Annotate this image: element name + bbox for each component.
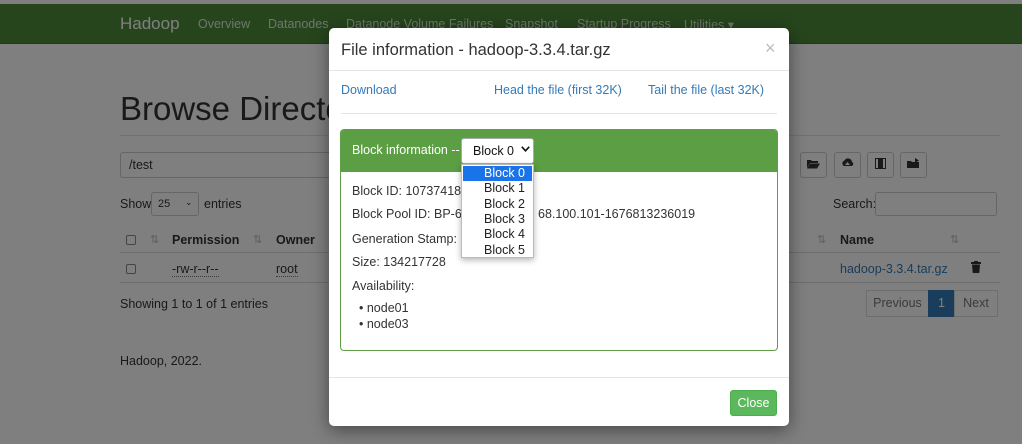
modal-header-divider	[329, 70, 789, 71]
block-information-label: Block information --	[352, 143, 460, 157]
node-name: node03	[366, 317, 409, 331]
block-option[interactable]: Block 1	[463, 181, 532, 196]
block-dropdown-list: Block 0 Block 1 Block 2 Block 3 Block 4 …	[461, 164, 534, 258]
block-pool-id-left: Block Pool ID: BP-615	[352, 207, 476, 221]
block-id: Block ID: 1073741825	[352, 184, 476, 198]
close-icon[interactable]: ×	[765, 39, 776, 57]
block-size: Size: 134217728	[352, 255, 446, 269]
block-option[interactable]: Block 2	[463, 197, 532, 212]
chevron-down-icon	[521, 144, 530, 155]
availability-label: Availability:	[352, 279, 415, 293]
tail-file-link[interactable]: Tail the file (last 32K)	[648, 83, 764, 97]
availability-node-item: • node01	[359, 301, 409, 315]
download-link[interactable]: Download	[341, 83, 397, 97]
close-button[interactable]: Close	[730, 390, 777, 416]
block-information-panel: Block information -- Block 0 Block ID: 1…	[340, 129, 778, 351]
block-option[interactable]: Block 0	[463, 166, 532, 182]
links-divider	[341, 113, 777, 114]
panel-heading: Block information -- Block 0	[341, 130, 777, 172]
block-select[interactable]: Block 0	[461, 138, 534, 164]
block-option[interactable]: Block 3	[463, 212, 532, 227]
block-pool-id-right: 68.100.101-1676813236019	[538, 207, 696, 221]
availability-node-item: • node03	[359, 317, 409, 331]
block-option[interactable]: Block 4	[463, 227, 532, 242]
block-option[interactable]: Block 5	[463, 243, 532, 258]
file-information-modal: File information - hadoop-3.3.4.tar.gz ×…	[329, 28, 789, 426]
generation-stamp: Generation Stamp: 10	[352, 232, 475, 246]
block-select-value: Block 0	[473, 144, 514, 158]
modal-title: File information - hadoop-3.3.4.tar.gz	[341, 41, 611, 59]
node-name: node01	[366, 301, 409, 315]
head-file-link[interactable]: Head the file (first 32K)	[494, 83, 622, 97]
modal-footer-divider	[329, 377, 789, 378]
